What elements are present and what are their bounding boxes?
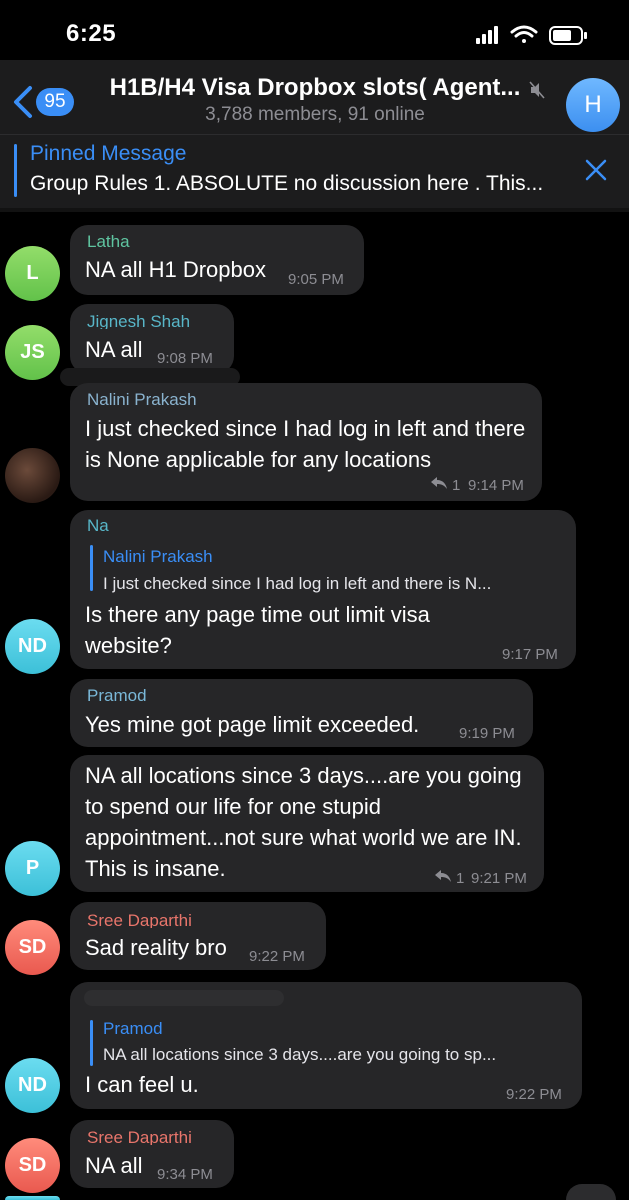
message-sender: Sree Daparthi: [87, 1128, 192, 1145]
reply-count[interactable]: 1: [456, 870, 464, 887]
message-sender: Nalini Prakash: [87, 390, 197, 409]
reply-quote-sender: Nalini Prakash: [103, 547, 213, 566]
mute-icon: [529, 81, 545, 99]
avatar[interactable]: P: [5, 841, 60, 896]
message-time: 9:08 PM: [157, 350, 213, 365]
chat-avatar[interactable]: H: [566, 78, 620, 132]
battery-icon: [549, 26, 587, 45]
message-sender: Pramod: [87, 686, 147, 705]
message-time: 9:19 PM: [459, 725, 515, 742]
pinned-divider: [0, 208, 629, 212]
message-time: 9:05 PM: [288, 271, 344, 288]
message-time: 9:14 PM: [468, 477, 524, 494]
message-text: I just checked since I had log in left a…: [85, 416, 526, 472]
redaction-scribble: [84, 990, 284, 1006]
message-sender: Jignesh Shah: [87, 312, 191, 329]
message-time: 9:17 PM: [502, 646, 558, 663]
cellular-signal-icon: [476, 26, 498, 44]
avatar[interactable]: ND: [5, 619, 60, 674]
message-sender: Sree Daparthi: [87, 911, 192, 928]
chat-title[interactable]: H1B/H4 Visa Dropbox slots( Agent...: [100, 74, 530, 102]
avatar[interactable]: SD: [5, 1138, 60, 1193]
wifi-icon: [510, 25, 538, 43]
reply-quote-text: I just checked since I had log in left a…: [103, 574, 492, 593]
close-icon[interactable]: [584, 158, 608, 182]
message-text: Sad reality bro: [85, 935, 227, 960]
reply-icon: [431, 477, 447, 489]
chat-subtitle: 3,788 members, 91 online: [205, 104, 425, 125]
unread-badge[interactable]: 95: [36, 88, 74, 116]
pinned-text: Group Rules 1. ABSOLUTE no discussion he…: [30, 172, 544, 195]
message-time: 9:34 PM: [157, 1166, 213, 1183]
message-text: I can feel u.: [85, 1072, 199, 1097]
reply-icon: [435, 870, 451, 882]
reply-count[interactable]: 1: [452, 477, 460, 494]
status-icons: [476, 25, 587, 45]
avatar[interactable]: JS: [5, 325, 60, 380]
message-text: NA all: [85, 1153, 143, 1178]
message-text: Yes mine got page limit exceeded.: [85, 712, 420, 737]
reply-quote-bar: [90, 1020, 93, 1066]
message-time: 9:22 PM: [249, 948, 305, 965]
message-time: 9:21 PM: [471, 870, 527, 887]
pinned-accent-bar: [14, 144, 17, 197]
pinned-title: Pinned Message: [30, 142, 187, 165]
message-sender: Na: [87, 516, 109, 535]
avatar[interactable]: L: [5, 246, 60, 301]
avatar-partial[interactable]: [5, 1196, 60, 1200]
message-text: NA all H1 Dropbox: [85, 257, 266, 282]
avatar-photo[interactable]: [5, 448, 60, 503]
status-time: 6:25: [66, 20, 117, 47]
message-text: NA all: [85, 337, 143, 362]
avatar[interactable]: SD: [5, 920, 60, 975]
message-sender: Latha: [87, 232, 130, 247]
reply-quote-text: NA all locations since 3 days....are you…: [103, 1045, 497, 1064]
reply-quote-bar: [90, 545, 93, 591]
message-text: Is there any page time out limit visa we…: [85, 602, 430, 658]
avatar[interactable]: ND: [5, 1058, 60, 1113]
message-time: 9:22 PM: [506, 1086, 562, 1103]
reply-quote-sender: Pramod: [103, 1019, 163, 1038]
message-text: NA all locations since 3 days....are you…: [85, 763, 522, 881]
scroll-down-button[interactable]: [566, 1184, 616, 1200]
